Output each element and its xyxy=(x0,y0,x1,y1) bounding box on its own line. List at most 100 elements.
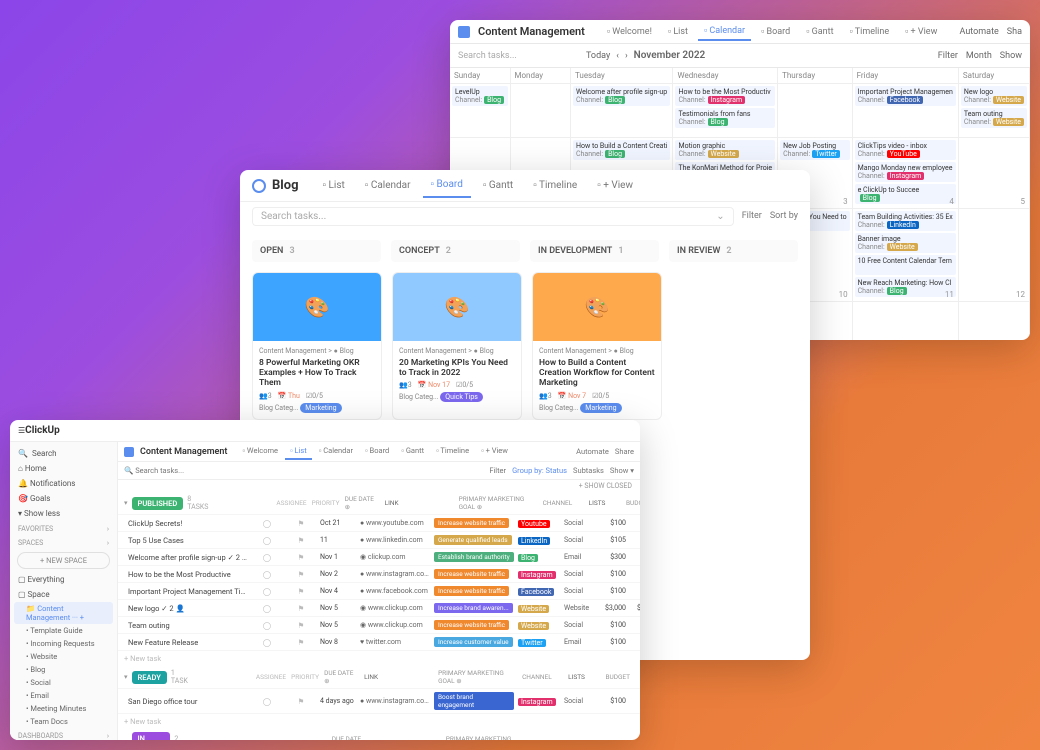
search-input[interactable]: 🔍 Search tasks... xyxy=(124,466,184,475)
task-row[interactable]: ClickUp Secrets!◯⚑Oct 21● www.youtube.co… xyxy=(118,514,640,531)
task-row[interactable]: How to be the Most Productive◯⚑Nov 2● ww… xyxy=(118,565,640,582)
task-row[interactable]: New Feature Release◯⚑Nov 8♥ twitter.comI… xyxy=(118,633,640,650)
next-icon[interactable]: › xyxy=(625,51,628,61)
sidebar-item[interactable]: 🔔 Notifications xyxy=(14,476,113,491)
search-input[interactable]: Search tasks... xyxy=(458,51,578,61)
view-tab-board[interactable]: ▫ Board xyxy=(755,22,796,41)
collapse-icon[interactable]: ▾ xyxy=(124,673,128,681)
task-row[interactable]: Important Project Management Tips for St… xyxy=(118,582,640,599)
sidebar-sub-item[interactable]: • Website xyxy=(14,650,113,663)
view-tab-board[interactable]: ▫ Board xyxy=(423,173,471,198)
view-tab-view[interactable]: ▫ + View xyxy=(899,22,943,41)
sidebar-section-dashboards[interactable]: DASHBOARDS› xyxy=(14,728,113,740)
groupby-button[interactable]: Group by: Status xyxy=(512,466,567,475)
new-space-button[interactable]: + NEW SPACE xyxy=(17,552,110,569)
sidebar-space[interactable]: ▢ Everything xyxy=(14,572,113,587)
view-tab-timeline[interactable]: ▫ Timeline xyxy=(431,443,474,460)
today-button[interactable]: Today xyxy=(586,51,610,61)
task-row[interactable]: Top 5 Use Cases◯⚑11● www.linkedin.comGen… xyxy=(118,531,640,548)
prev-icon[interactable]: ‹ xyxy=(616,51,619,61)
view-tab-list[interactable]: ▫ List xyxy=(315,173,353,198)
show-button[interactable]: Show ▾ xyxy=(610,466,634,475)
view-tab-calendar[interactable]: ▫ Calendar xyxy=(357,173,419,198)
calendar-event[interactable]: Motion graphicChannel:Website xyxy=(675,140,775,160)
show-button[interactable]: Show xyxy=(1000,51,1022,61)
view-mode-button[interactable]: Month xyxy=(966,51,992,61)
share-button[interactable]: Sha xyxy=(1007,27,1022,37)
sidebar-sub-item[interactable]: • Blog xyxy=(14,663,113,676)
sidebar-sub-item[interactable]: • Incoming Requests xyxy=(14,637,113,650)
calendar-event[interactable]: How to be the Most ProductivChannel:Inst… xyxy=(675,86,775,106)
calendar-event[interactable]: Team outingChannel:Website xyxy=(961,108,1027,128)
share-button[interactable]: Share xyxy=(615,447,634,456)
view-tab-calendar[interactable]: ▫ Calendar xyxy=(698,22,751,41)
calendar-cell[interactable]: 12 xyxy=(959,209,1030,302)
filter-button[interactable]: Filter xyxy=(489,466,506,475)
calendar-event[interactable]: Important Project ManagemenChannel:Faceb… xyxy=(855,86,956,106)
calendar-cell[interactable]: Welcome after profile sign-upChannel:Blo… xyxy=(571,84,673,138)
sidebar-sub-item[interactable]: • Template Guide xyxy=(14,624,113,637)
calendar-event[interactable]: e ClickUp to SucceeBlog xyxy=(855,184,956,204)
sidebar-sub-item[interactable]: • Social xyxy=(14,676,113,689)
calendar-cell[interactable]: 5 xyxy=(959,138,1030,209)
calendar-event[interactable]: LevelUpChannel:Blog xyxy=(452,86,508,106)
view-tab-calendar[interactable]: ▫ Calendar xyxy=(314,443,358,460)
task-row[interactable]: Welcome after profile sign-up ✓ 2 📎 1 👤◯… xyxy=(118,548,640,565)
task-row[interactable]: Team outing◯⚑Nov 5◉ www.clickup.comIncre… xyxy=(118,616,640,633)
calendar-cell[interactable]: ClickTips video - inboxChannel:YouTubeMa… xyxy=(853,138,959,209)
calendar-event[interactable]: Banner imageChannel:Website xyxy=(855,233,956,253)
view-tab-timeline[interactable]: ▫ Timeline xyxy=(525,173,585,198)
sidebar-section-favorites[interactable]: FAVORITES› xyxy=(14,521,113,535)
calendar-cell[interactable]: How to be the Most ProductivChannel:Inst… xyxy=(673,84,778,138)
automate-button[interactable]: Automate xyxy=(576,447,609,456)
board-card[interactable]: 🎨Content Management > ● BlogHow to Build… xyxy=(532,272,662,420)
calendar-cell[interactable]: LevelUpChannel:Blog xyxy=(450,84,511,138)
task-row[interactable]: San Diego office tour◯⚑4 days ago● www.i… xyxy=(118,688,640,713)
calendar-event[interactable]: Welcome after profile sign-upChannel:Blo… xyxy=(573,86,670,106)
calendar-cell[interactable]: Important Project ManagemenChannel:Faceb… xyxy=(853,84,959,138)
calendar-event[interactable]: 10 Free Content Calendar Tem xyxy=(855,255,956,275)
automate-button[interactable]: Automate xyxy=(960,27,999,37)
view-tab-gantt[interactable]: ▫ Gantt xyxy=(396,443,429,460)
view-tab-view[interactable]: ▫ + View xyxy=(476,443,513,460)
view-tab-gantt[interactable]: ▫ Gantt xyxy=(475,173,521,198)
calendar-event[interactable]: New Reach Marketing: How ClChannel:Blog xyxy=(855,277,956,297)
show-closed-button[interactable]: + SHOW CLOSED xyxy=(118,480,640,492)
sidebar-item[interactable]: 🎯 Goals xyxy=(14,491,113,506)
calendar-event[interactable]: ClickTips video - inboxChannel:YouTube xyxy=(855,140,956,160)
subtasks-button[interactable]: Subtasks xyxy=(573,466,604,475)
view-tab-gantt[interactable]: ▫ Gantt xyxy=(800,22,839,41)
calendar-event[interactable]: New Job PostingChannel:Twitter xyxy=(780,140,849,160)
app-menu-icon[interactable]: ☰ xyxy=(18,426,25,435)
task-row[interactable]: New logo ✓ 2 👤◯⚑Nov 5◉ www.clickup.comIn… xyxy=(118,599,640,616)
sidebar-section-spaces[interactable]: SPACES› xyxy=(14,535,113,549)
calendar-cell[interactable]: New logoChannel:WebsiteTeam outingChanne… xyxy=(959,84,1030,138)
new-task-button[interactable]: + New task xyxy=(118,713,640,729)
filter-button[interactable]: Filter xyxy=(938,51,958,61)
calendar-event[interactable]: New logoChannel:Website xyxy=(961,86,1027,106)
view-tab-view[interactable]: ▫ + View xyxy=(589,173,641,198)
view-tab-list[interactable]: ▫ List xyxy=(285,443,312,460)
board-card[interactable]: 🎨Content Management > ● Blog8 Powerful M… xyxy=(252,272,382,420)
board-card[interactable]: 🎨Content Management > ● Blog20 Marketing… xyxy=(392,272,522,420)
calendar-cell[interactable] xyxy=(511,84,572,138)
calendar-cell[interactable] xyxy=(778,84,852,138)
collapse-icon[interactable]: ▾ xyxy=(124,739,128,740)
calendar-event[interactable]: Team Building Activities: 35 ExChannel:L… xyxy=(855,211,956,231)
sortby-button[interactable]: Sort by xyxy=(770,211,798,221)
view-tab-timeline[interactable]: ▫ Timeline xyxy=(844,22,896,41)
calendar-event[interactable]: How to Build a Content CreatiChannel:Blo… xyxy=(573,140,670,160)
sidebar-space[interactable]: ▢ Space xyxy=(14,587,113,602)
filter-button[interactable]: Filter xyxy=(742,211,762,221)
view-tab-board[interactable]: ▫ Board xyxy=(360,443,394,460)
calendar-cell[interactable]: Team Building Activities: 35 ExChannel:L… xyxy=(853,209,959,302)
sidebar-item[interactable]: ⌂ Home xyxy=(14,461,113,476)
sidebar-sub-item[interactable]: • Email xyxy=(14,689,113,702)
search-input[interactable]: 🔍 Search xyxy=(14,446,113,461)
calendar-event[interactable]: Testimonials from fansChannel:Blog xyxy=(675,108,775,128)
calendar-event[interactable]: Mango Monday new employeeChannel:Instagr… xyxy=(855,162,956,182)
view-tab-list[interactable]: ▫ List xyxy=(662,22,694,41)
search-input[interactable]: Search tasks...⌄ xyxy=(252,207,734,226)
sidebar-item[interactable]: ▾ Show less xyxy=(14,506,113,521)
sidebar-item-content-management[interactable]: 📁 Content Management ··· + xyxy=(14,602,113,624)
